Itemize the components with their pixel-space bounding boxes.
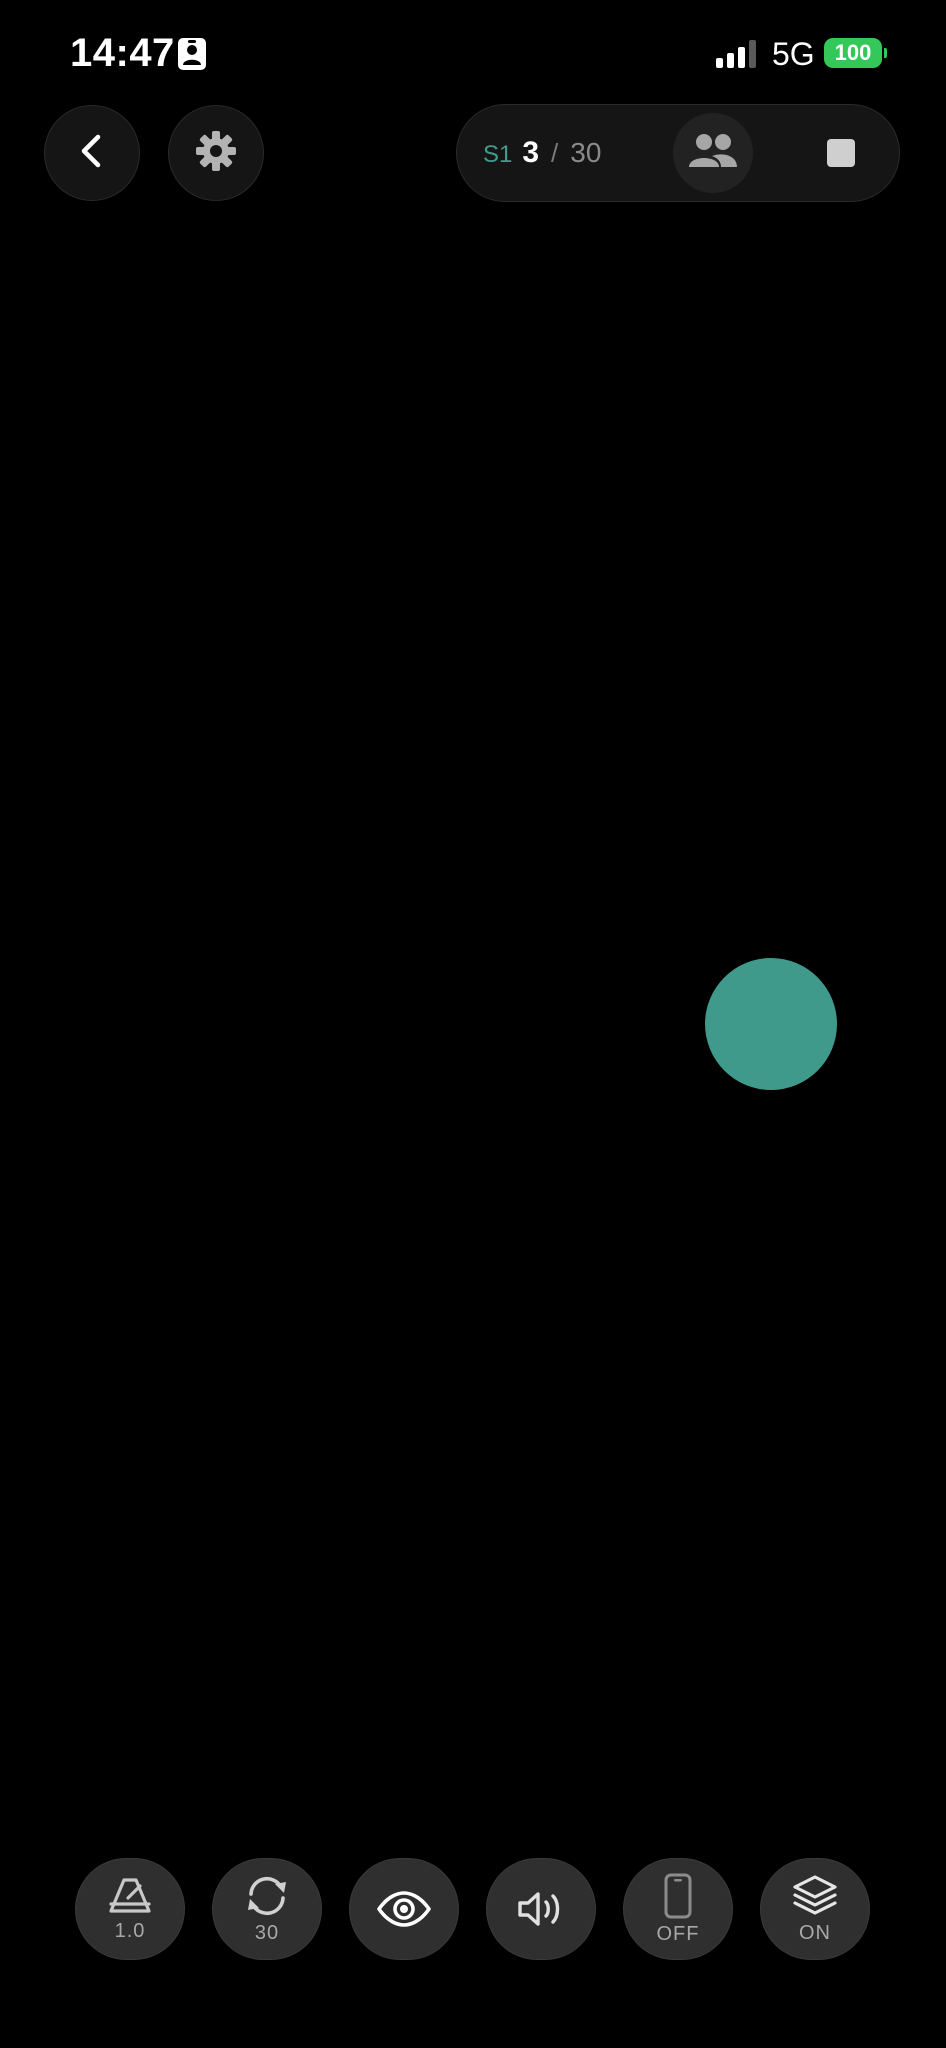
participants-button[interactable] [673,113,753,193]
repeat-count-value: 30 [254,1922,280,1944]
back-button[interactable] [44,105,140,201]
people-icon [686,131,740,176]
status-time: 14:47 [70,31,175,75]
layers-toggle-button[interactable]: ON [760,1858,870,1960]
stop-button[interactable] [819,131,863,175]
session-pill: S1 3 / 30 [456,104,900,202]
metronome-speed-button[interactable]: 1.0 [75,1858,185,1960]
training-canvas[interactable] [0,220,946,1840]
sound-toggle-button[interactable] [486,1858,596,1960]
metronome-speed-value: 1.0 [114,1920,146,1942]
metronome-icon [107,1876,153,1916]
contact-card-icon [178,38,206,75]
layers-state: ON [799,1922,831,1944]
layers-icon [791,1874,839,1918]
battery-level: 100 [834,40,872,65]
session-counter: S1 3 / 30 [483,135,601,173]
chevron-left-icon [72,131,112,176]
session-separator: / [551,138,559,168]
stop-square-icon [827,139,855,167]
session-label: S1 [483,141,513,168]
visibility-toggle-button[interactable] [349,1858,459,1960]
settings-button[interactable] [168,105,264,201]
speaker-icon [516,1889,566,1929]
network-type: 5G [772,36,815,72]
cellular-signal-icon [716,40,760,73]
vibration-state: OFF [656,1923,700,1945]
session-current: 3 [522,136,540,169]
battery-icon: 100 [824,38,882,68]
repeat-count-button[interactable]: 30 [212,1858,322,1960]
battery-tip [884,48,887,58]
gear-icon [194,129,238,178]
eye-icon [376,1891,432,1927]
target-dot[interactable] [705,958,837,1090]
repeat-icon [243,1874,291,1918]
phone-icon [663,1873,693,1919]
vibration-toggle-button[interactable]: OFF [623,1858,733,1960]
session-total: 30 [570,137,602,168]
